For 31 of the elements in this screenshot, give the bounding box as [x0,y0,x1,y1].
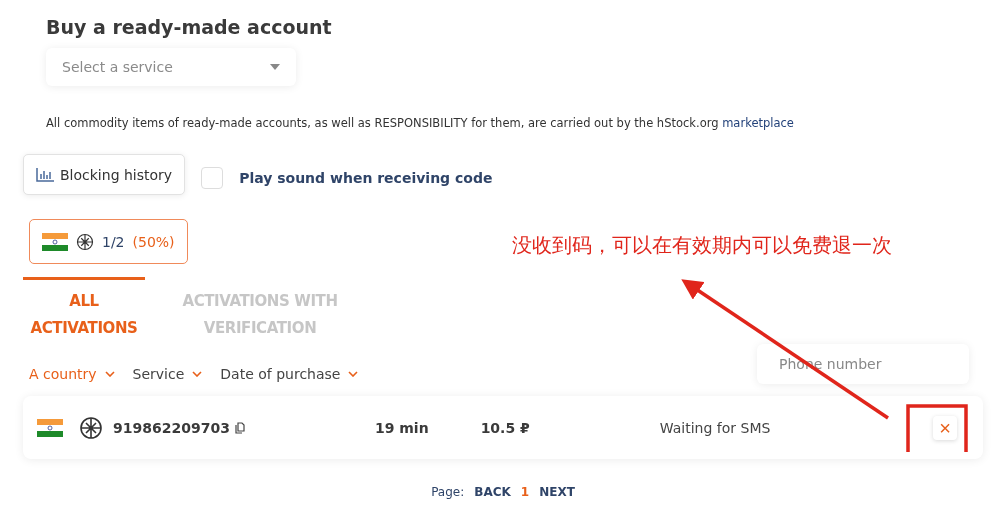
marketplace-link[interactable]: marketplace [722,116,794,130]
caret-icon [348,371,359,377]
bar-chart-icon [36,167,54,182]
copy-icon[interactable] [234,421,245,434]
status-text: Waiting for SMS [659,419,771,436]
price: 10.5 ₽ [480,419,530,436]
filter-dropdown[interactable]: A country [29,366,115,382]
time-left: 19 min [374,419,429,436]
service-select[interactable]: Select a service [46,48,296,86]
flag-icon [37,418,63,437]
phone-number: 919862209703 [113,419,230,436]
annotation-text: 没收到码，可以在有效期内可以免费退一次 [512,232,892,259]
page-label: Page: [431,485,465,499]
filter-dropdown[interactable]: Date of purchase [220,366,359,382]
stat-chip[interactable]: 1/2 (50%) [29,219,188,264]
sound-checkbox[interactable] [201,166,224,189]
flag-icon [42,232,68,251]
knot-logo-icon [79,415,103,440]
highlight-frame [906,404,968,452]
cancel-button[interactable]: × [933,415,957,440]
next-link[interactable]: NEXT [539,485,575,499]
notice-text: All commodity items of ready-made accounts, as well as RESPONSIBILITY for them, are carried out by the hStock.org marketplace [46,116,795,130]
knot-logo-icon [76,232,94,251]
blocking-history-button[interactable]: Blocking history [23,154,186,195]
caret-icon [104,371,115,377]
dropdown-icon [270,64,280,70]
page-title: Buy a ready-made account [46,16,333,38]
filter-dropdown[interactable]: Service [132,366,203,382]
back-link[interactable]: BACK [474,485,511,499]
caret-icon [192,371,203,377]
checkbox-label: Play sound when receiving code [239,169,493,186]
